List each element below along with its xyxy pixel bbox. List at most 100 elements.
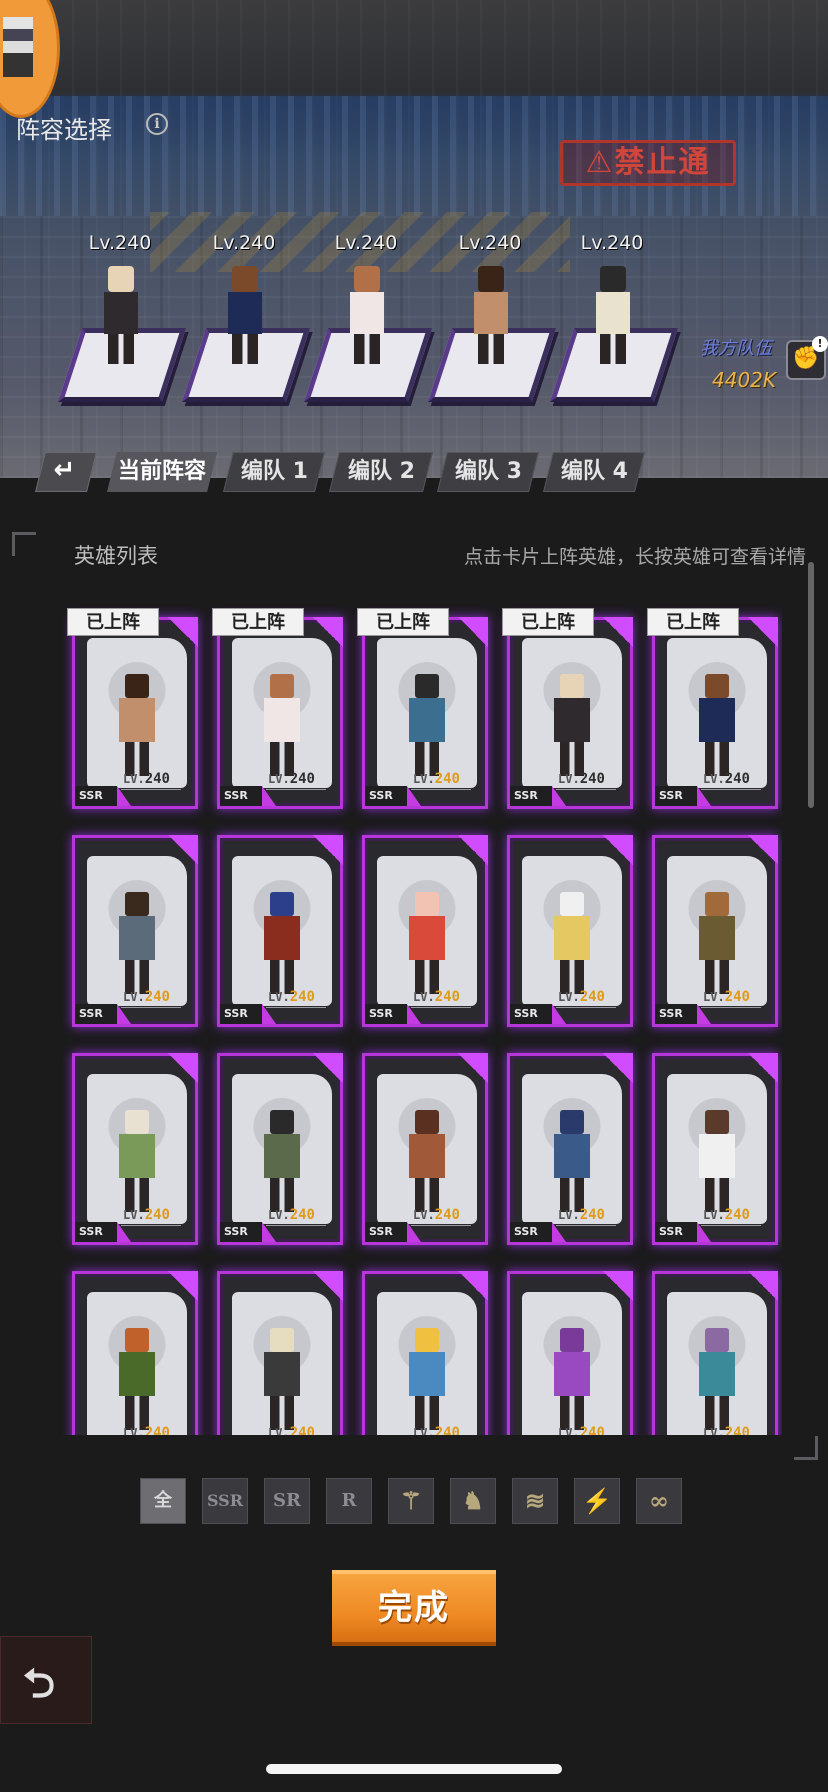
hero-level: LV.240 <box>268 1207 315 1223</box>
hero-level: LV.240 <box>703 771 750 787</box>
level-prefix: LV. <box>123 1208 145 1222</box>
hero-card[interactable]: LV.240SSR <box>507 1053 633 1245</box>
sprite-body <box>409 698 445 742</box>
hero-card[interactable]: LV.240SSR <box>652 835 778 1027</box>
hero-card[interactable]: LV.240 SSR 已上阵 <box>502 608 633 809</box>
card-portrait <box>377 856 477 1006</box>
back-arrow-icon: ⮌ <box>23 1661 56 1707</box>
tab-formation-4[interactable]: 编队 4 <box>543 452 645 492</box>
faction-5-icon[interactable]: ∞ <box>636 1478 682 1524</box>
level-value: 240 <box>579 771 605 787</box>
hero-card[interactable]: LV.240SSR <box>507 835 633 1027</box>
tab-formation-0[interactable]: 当前阵容 <box>107 452 217 492</box>
faction-2-icon[interactable]: ♞ <box>450 1478 496 1524</box>
level-prefix: LV. <box>268 1208 290 1222</box>
level-prefix: LV. <box>558 1426 580 1435</box>
hero-level: LV.240 <box>558 989 605 1005</box>
sprite-head <box>125 674 149 698</box>
hero-level: LV.240 <box>558 771 605 787</box>
level-value: 240 <box>579 1207 605 1223</box>
hero-sprite <box>590 266 634 366</box>
faction-4-icon[interactable]: ⚡ <box>574 1478 620 1524</box>
sprite-head <box>125 892 149 916</box>
level-value: 240 <box>144 1425 170 1435</box>
lineup-slot[interactable]: Lv.240 <box>303 232 433 412</box>
sprite-body <box>554 698 590 742</box>
sprite-body <box>264 1134 300 1178</box>
tab-formation-2[interactable]: 编队 2 <box>329 452 433 492</box>
formation-tabs: ↵ 当前阵容 编队 1 编队 2 编队 3 编队 4 <box>0 448 828 498</box>
hero-card[interactable]: LV.240 SSR 已上阵 <box>647 608 778 809</box>
hero-card[interactable]: LV.240SSR <box>72 1271 198 1435</box>
filter-ssr[interactable]: SSR <box>202 1478 248 1524</box>
hero-level: LV.240 <box>123 1425 170 1435</box>
card-portrait <box>232 856 332 1006</box>
lineup-slot[interactable]: Lv.240 <box>427 232 557 412</box>
team-label: 我方队伍 <box>700 338 772 359</box>
hero-card[interactable]: LV.240SSR <box>652 1053 778 1245</box>
hero-sprite <box>113 1110 161 1214</box>
hero-list-scrollbar[interactable] <box>808 562 814 808</box>
sprite-head <box>478 266 504 292</box>
hero-card[interactable]: LV.240SSR <box>362 1053 488 1245</box>
filter-sr[interactable]: SR <box>264 1478 310 1524</box>
hero-card[interactable]: LV.240 SSR 已上阵 <box>67 608 198 809</box>
hero-card[interactable]: LV.240SSR <box>217 835 343 1027</box>
hero-card[interactable]: LV.240SSR <box>72 1053 198 1245</box>
level-value: 240 <box>144 989 170 1005</box>
card-portrait <box>377 638 477 788</box>
tab-formation-1[interactable]: 编队 1 <box>223 452 325 492</box>
hero-card[interactable]: LV.240SSR <box>507 1271 633 1435</box>
rarity-tag: SSR <box>510 786 566 806</box>
level-value: 240 <box>289 1425 315 1435</box>
rarity-tag: SSR <box>365 1222 421 1242</box>
sprite-body <box>699 916 735 960</box>
sprite-body <box>554 1352 590 1396</box>
return-arrow-icon[interactable]: ↵ <box>35 452 97 492</box>
faction-3-icon[interactable]: ≋ <box>512 1478 558 1524</box>
hero-card[interactable]: LV.240SSR <box>362 1271 488 1435</box>
hero-card[interactable]: LV.240SSR <box>72 835 198 1027</box>
hero-sprite <box>113 1328 161 1432</box>
card-portrait <box>87 1074 187 1224</box>
sprite-head <box>600 266 626 292</box>
level-value: 240 <box>434 1207 460 1223</box>
lineup-slot[interactable]: Lv.240 <box>549 232 679 412</box>
level-prefix: LV. <box>123 990 145 1004</box>
hero-card[interactable]: LV.240SSR <box>217 1053 343 1245</box>
hero-card[interactable]: LV.240SSR <box>652 1271 778 1435</box>
done-button[interactable]: 完成 <box>332 1570 496 1646</box>
level-value: 240 <box>434 989 460 1005</box>
hero-card[interactable]: LV.240SSR <box>217 1271 343 1435</box>
filter-r[interactable]: R <box>326 1478 372 1524</box>
card-portrait <box>377 1074 477 1224</box>
hero-card[interactable]: LV.240 SSR 已上阵 <box>357 608 488 809</box>
hero-sprite <box>403 1328 451 1432</box>
level-prefix: LV. <box>268 1426 290 1435</box>
hero-sprite <box>548 892 596 996</box>
tab-formation-3[interactable]: 编队 3 <box>437 452 539 492</box>
hero-level: LV.240 <box>558 1425 605 1435</box>
card-portrait <box>522 856 622 1006</box>
fist-icon[interactable]: ✊! <box>786 336 828 380</box>
level-value: 240 <box>724 989 750 1005</box>
home-indicator[interactable] <box>266 1764 562 1774</box>
level-value: 240 <box>289 771 315 787</box>
faction-1-icon[interactable]: ⚚ <box>388 1478 434 1524</box>
hero-card[interactable]: LV.240 SSR 已上阵 <box>212 608 343 809</box>
level-value: 240 <box>289 989 315 1005</box>
page-title: 阵容选择 <box>16 116 112 144</box>
lineup-slot[interactable]: Lv.240 <box>181 232 311 412</box>
sprite-head <box>705 674 729 698</box>
hero-level: LV.240 <box>413 989 460 1005</box>
info-icon[interactable]: i <box>146 113 168 135</box>
sprite-body <box>350 292 384 334</box>
sprite-head <box>705 892 729 916</box>
hero-card[interactable]: LV.240SSR <box>362 835 488 1027</box>
level-prefix: LV. <box>703 1208 725 1222</box>
filter-全[interactable]: 全 <box>140 1478 186 1524</box>
sprite-body <box>474 292 508 334</box>
back-button[interactable]: ⮌ <box>0 1636 92 1724</box>
rarity-tag: SSR <box>220 786 276 806</box>
lineup-slot[interactable]: Lv.240 <box>57 232 187 412</box>
